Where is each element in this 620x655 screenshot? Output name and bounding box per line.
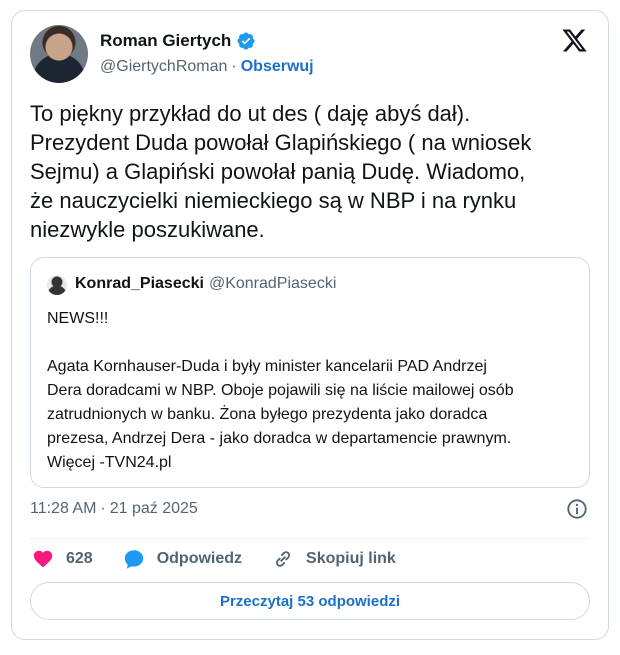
avatar[interactable] [30,25,88,83]
author-handle-row: @GiertychRoman · Obserwuj [100,58,314,76]
info-icon[interactable] [566,498,588,520]
x-logo-icon[interactable] [561,27,588,54]
likes-count: 628 [66,550,93,567]
tweet-card: Roman Giertych @GiertychRoman · Obserwuj… [11,10,609,640]
read-replies-button[interactable]: Przeczytaj 53 odpowiedzi [30,582,590,620]
quoted-tweet[interactable]: Konrad_Piasecki @KonradPiasecki NEWS!!! … [30,257,590,488]
separator-dot: · [100,500,106,517]
author-handle[interactable]: @GiertychRoman [100,58,227,76]
like-button[interactable]: 628 [32,548,93,570]
copy-link-label: Skopiuj link [306,550,396,567]
tweet-text: To piękny przykład do ut des ( daję abyś… [30,101,532,242]
reply-label: Odpowiedz [156,550,243,567]
reply-button[interactable]: Odpowiedz [123,548,242,570]
follow-button[interactable]: Obserwuj [241,58,314,76]
action-bar: 628 Odpowiedz Skopiuj link [32,546,426,572]
separator-dot: · [231,58,237,75]
author-name[interactable]: Roman Giertych [100,31,231,51]
tweet-time: 11:28 AM [30,500,97,517]
heart-icon [33,550,53,568]
quoted-avatar [47,275,67,295]
author-name-row: Roman Giertych [100,31,256,51]
timestamp-row[interactable]: 11:28 AM · 21 paź 2025 [30,500,198,518]
reply-bubble-icon [124,550,143,569]
verified-badge-icon [237,32,255,50]
copy-link-button[interactable]: Skopiuj link [272,548,396,570]
link-icon [276,551,291,567]
divider [30,538,590,539]
tweet-date: 21 paź 2025 [109,500,198,517]
quoted-text: NEWS!!! Agata Kornhauser-Duda i były min… [47,310,514,471]
quoted-author-handle: @KonradPiasecki [208,275,337,292]
quoted-author-name: Konrad_Piasecki [75,275,204,292]
quoted-author-row: Konrad_Piasecki @KonradPiasecki [75,275,336,293]
